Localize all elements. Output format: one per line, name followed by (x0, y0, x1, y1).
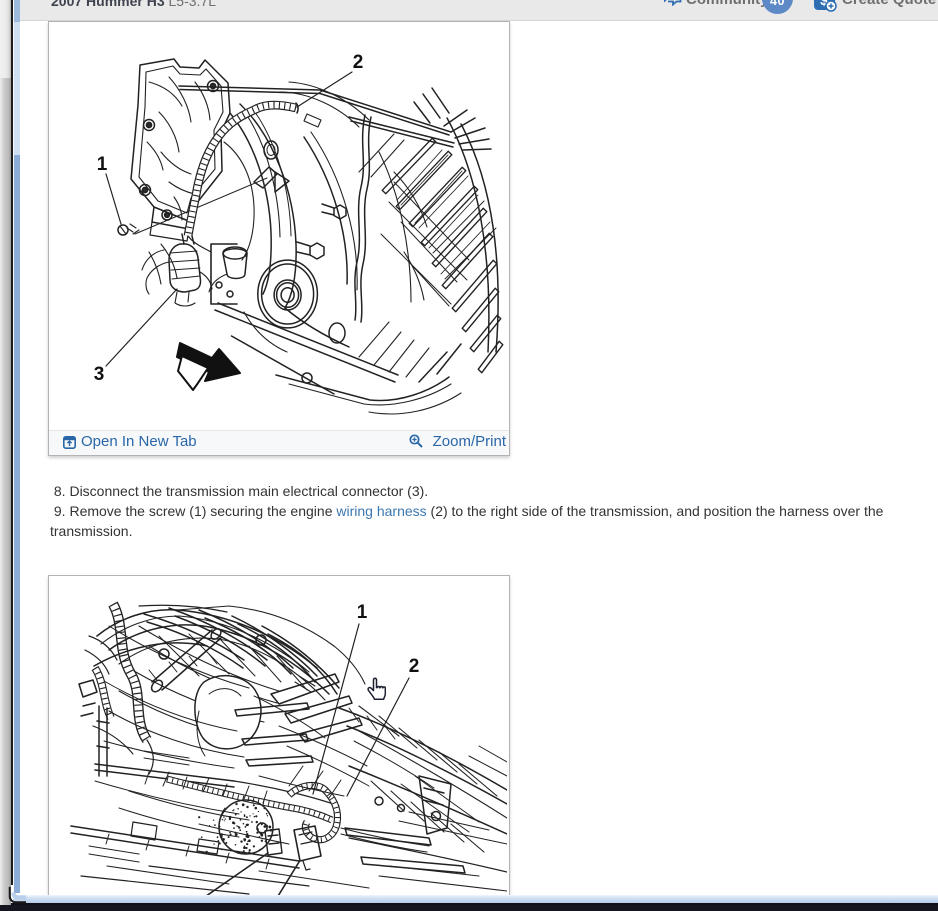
svg-text:1: 1 (97, 154, 108, 175)
svg-text:1: 1 (357, 602, 368, 623)
svg-text:2: 2 (353, 52, 364, 73)
svg-text:2: 2 (409, 656, 420, 677)
svg-text:3: 3 (94, 364, 105, 385)
